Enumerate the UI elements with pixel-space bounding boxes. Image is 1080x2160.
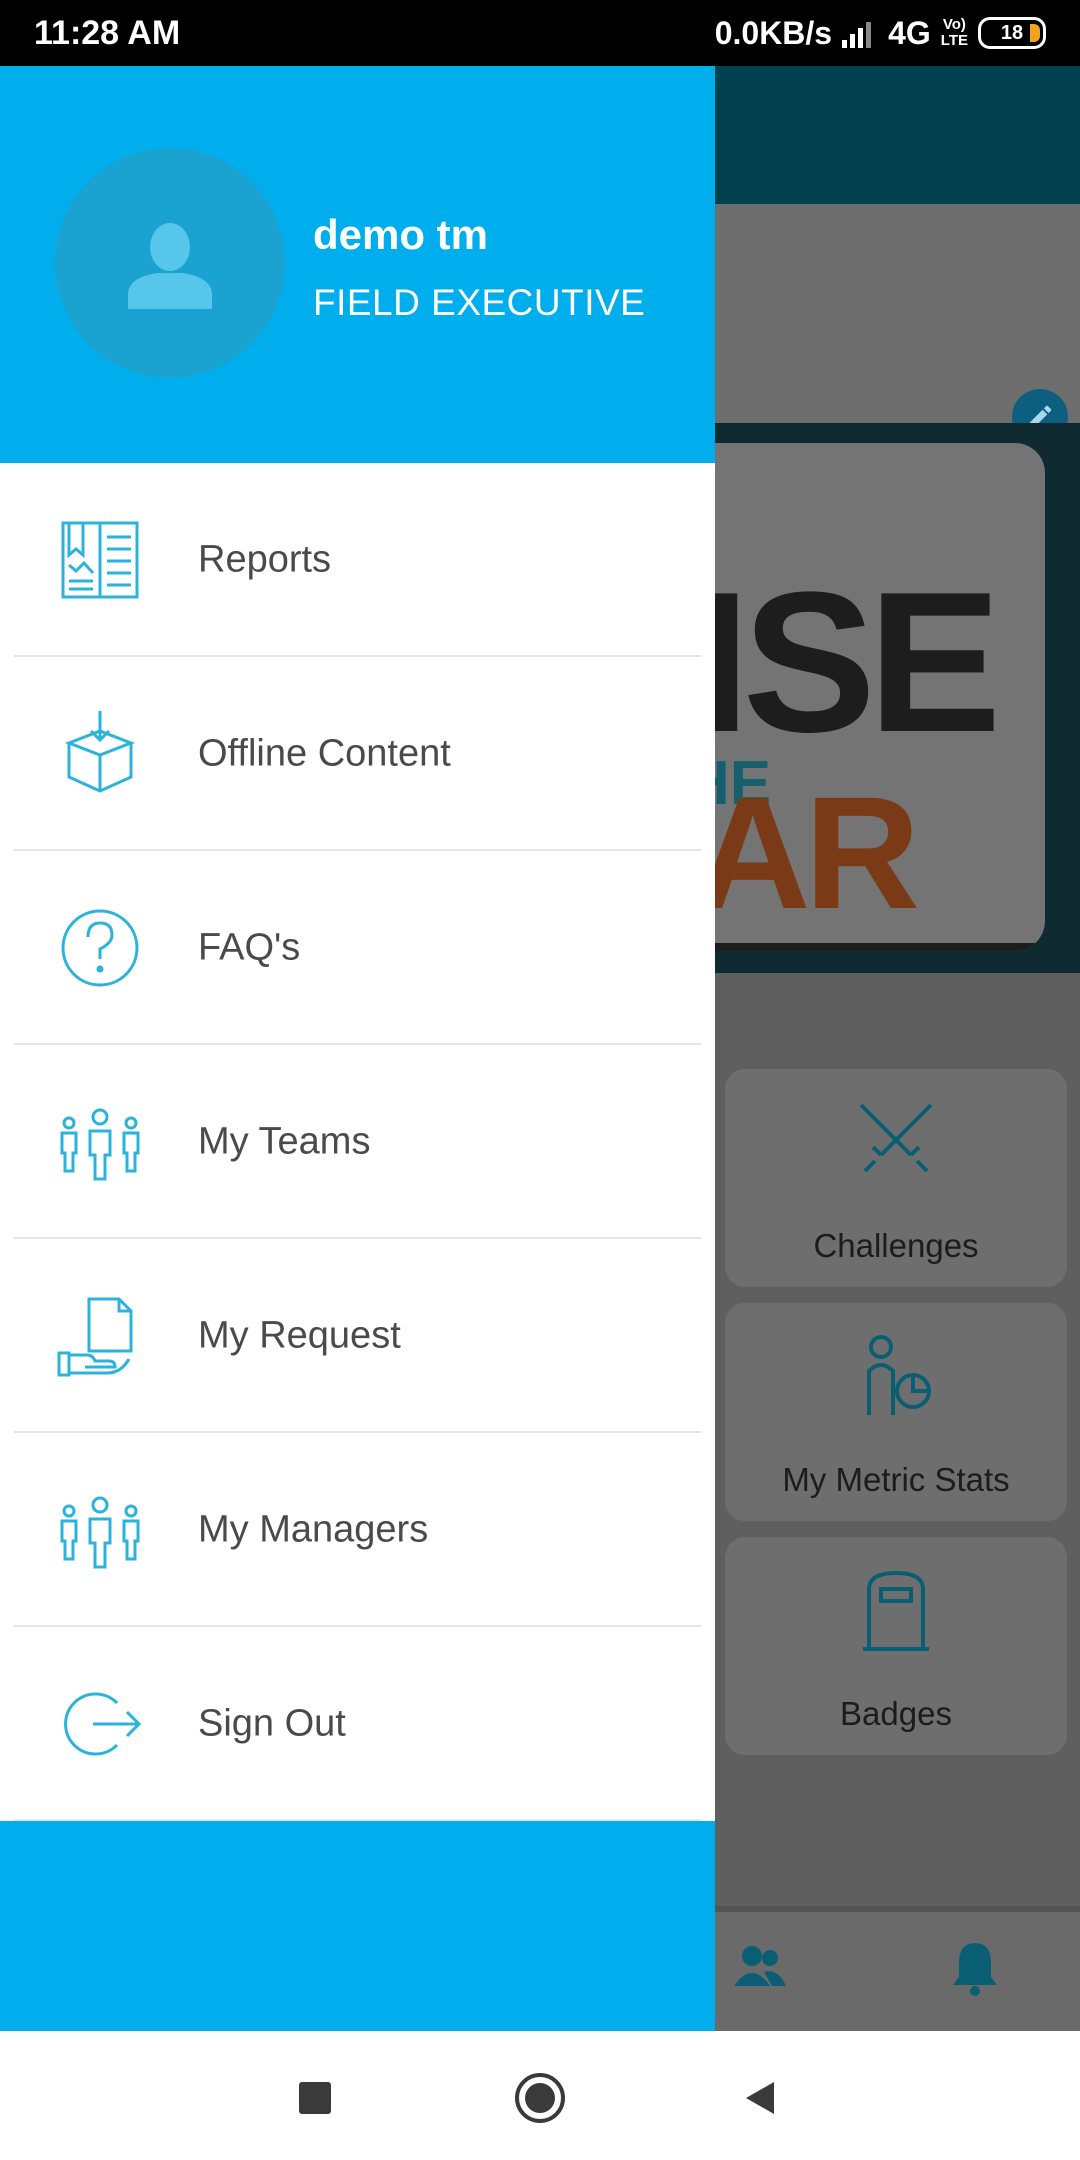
teams-icon — [60, 1108, 140, 1181]
user-name: demo tm — [313, 211, 489, 258]
home-icon — [515, 2073, 565, 2123]
tile-metric-stats[interactable]: My Metric Stats — [725, 1303, 1067, 1521]
volte-top: Vo) — [942, 16, 966, 33]
sign-out-icon — [64, 1692, 142, 1756]
banner-text-1: ISE — [715, 551, 1001, 774]
status-bar: 11:28 AM 0.0KB/s 4G Vo) LTE 18 — [0, 0, 1080, 66]
managers-icon — [60, 1496, 140, 1569]
network-speed: 0.0KB/s — [714, 14, 833, 51]
menu-item-my-request[interactable]: My Request — [0, 1239, 715, 1433]
tile-label: Challenges — [813, 1227, 979, 1264]
back-icon — [746, 2082, 774, 2114]
background-bottom-nav — [715, 1906, 1080, 2031]
drawer-menu: Reports Offline Content FAQ's My Teams M… — [0, 463, 715, 1821]
metric-stats-icon — [867, 1335, 931, 1415]
recents-button[interactable] — [280, 2063, 350, 2133]
background-app: ISE HE AR Challenges My Metric Stats — [715, 66, 1080, 2031]
menu-item-reports[interactable]: Reports — [0, 463, 715, 657]
battery-level: 18 — [1000, 21, 1024, 44]
volte-icon: Vo) LTE — [941, 17, 968, 49]
user-icon — [128, 223, 212, 309]
background-banner: ISE HE AR — [715, 423, 1080, 973]
back-button[interactable] — [725, 2063, 795, 2133]
tile-badges[interactable]: Badges — [725, 1537, 1067, 1755]
menu-item-offline-content[interactable]: Offline Content — [0, 657, 715, 851]
home-button[interactable] — [505, 2063, 575, 2133]
tile-label: Badges — [840, 1695, 952, 1732]
battery-icon: 18 — [978, 17, 1046, 49]
system-navigation-bar — [0, 2031, 1080, 2160]
banner-text-3: AR — [715, 763, 920, 942]
status-indicators: 0.0KB/s 4G Vo) LTE 18 — [715, 12, 1046, 54]
menu-item-label: Offline Content — [198, 732, 451, 775]
recents-icon — [299, 2082, 331, 2114]
offline-content-icon — [64, 711, 136, 793]
tile-challenges[interactable]: Challenges — [725, 1069, 1067, 1287]
background-tiles: Challenges My Metric Stats Badges — [715, 973, 1080, 1903]
signal-icon — [842, 22, 872, 48]
menu-item-label: FAQ's — [198, 926, 301, 969]
menu-item-label: Sign Out — [198, 1702, 346, 1745]
people-icon[interactable] — [730, 1942, 790, 1992]
menu-item-my-teams[interactable]: My Teams — [0, 1045, 715, 1239]
banner-card[interactable]: ISE HE AR — [715, 443, 1045, 951]
menu-item-label: Reports — [198, 538, 332, 581]
status-time: 11:28 AM — [34, 14, 181, 52]
avatar[interactable] — [55, 148, 285, 378]
volte-bottom: LTE — [940, 32, 968, 49]
menu-item-sign-out[interactable]: Sign Out — [0, 1627, 715, 1821]
menu-item-my-managers[interactable]: My Managers — [0, 1433, 715, 1627]
swords-icon — [859, 1103, 933, 1173]
request-icon — [57, 1297, 133, 1377]
menu-item-label: My Teams — [198, 1120, 371, 1163]
network-type: 4G — [888, 14, 931, 51]
badges-icon — [863, 1570, 929, 1651]
navigation-drawer: demo tm FIELD EXECUTIVE Reports Offline … — [0, 66, 715, 2031]
drawer-footer — [0, 1821, 715, 2031]
faq-icon — [61, 909, 139, 987]
reports-icon — [61, 521, 139, 599]
menu-item-label: My Managers — [198, 1508, 429, 1551]
drawer-header: demo tm FIELD EXECUTIVE — [0, 66, 715, 463]
background-app-bar — [715, 66, 1080, 204]
user-role: FIELD EXECUTIVE — [313, 282, 646, 323]
bell-icon[interactable] — [945, 1937, 1005, 1997]
tile-label: My Metric Stats — [782, 1461, 1010, 1498]
menu-item-label: My Request — [198, 1314, 401, 1357]
menu-item-faqs[interactable]: FAQ's — [0, 851, 715, 1045]
